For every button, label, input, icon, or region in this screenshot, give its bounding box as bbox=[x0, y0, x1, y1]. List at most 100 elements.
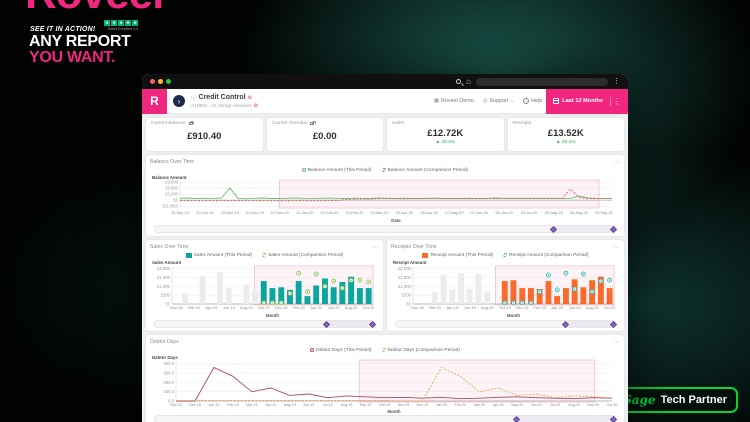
dashboard-settings-icon[interactable]: ⚙ bbox=[248, 95, 252, 101]
support-menu[interactable]: ◎ Support ⌄ bbox=[483, 98, 514, 104]
kpi-delta: ▲ 65.2% bbox=[513, 140, 620, 145]
svg-text:22-Dec-19: 22-Dec-19 bbox=[271, 210, 289, 215]
receipts-chart: £2,000£1,500£1,000£500£0Dec-18Feb-19Apr-… bbox=[391, 259, 620, 319]
close-window-button[interactable] bbox=[150, 79, 155, 84]
card-title: Debtor Days bbox=[150, 339, 179, 345]
search-icon[interactable] bbox=[456, 79, 461, 84]
svg-text:Feb-19: Feb-19 bbox=[188, 305, 200, 310]
slider-selected-range bbox=[518, 416, 615, 422]
svg-text:Aug-19: Aug-19 bbox=[240, 305, 253, 310]
kpi-card-current-balance: Current Balance£910.40 bbox=[146, 118, 263, 151]
svg-text:Aug-20: Aug-20 bbox=[568, 403, 580, 407]
lock-icon bbox=[310, 122, 314, 125]
card-menu-icon[interactable]: ⋯ bbox=[614, 339, 621, 346]
svg-text:09-Aug-20: 09-Aug-20 bbox=[545, 210, 564, 215]
receipts-range-slider[interactable] bbox=[395, 320, 616, 328]
card-menu-icon[interactable]: ⋯ bbox=[373, 244, 380, 251]
svg-text:£2,000: £2,000 bbox=[157, 266, 170, 271]
svg-text:May-20: May-20 bbox=[511, 403, 523, 407]
svg-text:10-Nov-19: 10-Nov-19 bbox=[221, 210, 239, 215]
star-icon: ★ bbox=[132, 20, 138, 26]
legend-item[interactable]: Balance Amount (This Period) bbox=[302, 168, 372, 173]
receipts-over-time-card: Receipts Over Time ⋯ Receipt Amount (Thi… bbox=[387, 240, 624, 331]
period-selector-area: Last 12 Months ⋮ bbox=[546, 89, 628, 114]
legend-item[interactable]: Sales Amount (Comparison Period) bbox=[262, 253, 343, 258]
legend-label: Sales Amount (Comparison Period) bbox=[268, 253, 343, 258]
info-icon[interactable]: ⓘ bbox=[191, 94, 197, 102]
maximize-window-button[interactable] bbox=[166, 79, 171, 84]
kpi-label: Receipts bbox=[513, 121, 532, 126]
slider-selected-range bbox=[567, 321, 615, 327]
svg-text:Oct-19: Oct-19 bbox=[379, 403, 390, 407]
card-menu-icon[interactable]: ⋯ bbox=[614, 159, 621, 166]
svg-text:23-Feb-20: 23-Feb-20 bbox=[346, 210, 365, 215]
legend-item[interactable]: Sales Amount (This Period) bbox=[186, 253, 252, 258]
svg-text:Dec-18: Dec-18 bbox=[411, 305, 424, 310]
card-menu-icon[interactable]: ⋯ bbox=[614, 244, 621, 251]
svg-text:200.0: 200.0 bbox=[164, 380, 175, 385]
svg-text:£6,000: £6,000 bbox=[165, 186, 178, 191]
see-it-in-action-text: SEE IT IN ACTION! bbox=[30, 26, 95, 33]
period-button[interactable]: Last 12 Months bbox=[553, 98, 603, 104]
svg-text:20-Sep-20: 20-Sep-20 bbox=[595, 210, 614, 215]
demo-label: Roveel Demo bbox=[441, 98, 474, 104]
kpi-card-sales: Sales£12.72K▲ 28.4% bbox=[387, 118, 504, 151]
legend-item[interactable]: Balance Amount (Comparison Period) bbox=[382, 168, 469, 173]
legend-item[interactable]: Receipt Amount (Comparison Period) bbox=[503, 253, 588, 258]
svg-text:Oct-20: Oct-20 bbox=[607, 403, 618, 407]
roveel-demo-menu[interactable]: ▦ Roveel Demo bbox=[434, 98, 474, 104]
svg-text:29-Sep-19: 29-Sep-19 bbox=[171, 210, 189, 215]
slider-handle[interactable] bbox=[610, 416, 617, 422]
sales-chart: £2,000£1,500£1,000£500£0Dec-18Feb-19Apr-… bbox=[150, 259, 379, 319]
kpi-value: £910.40 bbox=[151, 131, 258, 142]
roveel-app-logo[interactable]: R bbox=[142, 89, 167, 114]
browser-menu-icon[interactable]: ⋮ bbox=[613, 78, 620, 85]
support-label: Support bbox=[490, 98, 509, 104]
company-settings-icon[interactable]: ⚙ bbox=[254, 103, 258, 109]
svg-text:300.0: 300.0 bbox=[164, 370, 175, 375]
balance-range-slider[interactable] bbox=[154, 225, 616, 233]
svg-text:Jun-19: Jun-19 bbox=[303, 403, 314, 407]
svg-text:May-19: May-19 bbox=[284, 403, 296, 407]
legend-item[interactable]: Receipt Amount (This Period) bbox=[422, 253, 493, 258]
svg-text:12-Jan-20: 12-Jan-20 bbox=[296, 210, 314, 215]
svg-text:30-Aug-20: 30-Aug-20 bbox=[570, 210, 589, 215]
period-menu-icon[interactable]: ⋮ bbox=[610, 97, 623, 106]
sales-over-time-card: Sales Over Time ⋯ Sales Amount (This Per… bbox=[146, 240, 383, 331]
svg-text:Feb-19: Feb-19 bbox=[227, 403, 238, 407]
svg-text:Feb-20: Feb-20 bbox=[455, 403, 466, 407]
svg-text:Dec-18: Dec-18 bbox=[189, 403, 201, 407]
minimize-window-button[interactable] bbox=[158, 79, 163, 84]
url-address-bar[interactable] bbox=[476, 78, 608, 86]
sales-range-slider[interactable] bbox=[154, 320, 375, 328]
svg-text:Apr-20: Apr-20 bbox=[310, 305, 323, 310]
period-label: Last 12 Months bbox=[562, 98, 603, 104]
calendar-icon bbox=[553, 98, 559, 104]
kpi-label: Sales bbox=[392, 121, 404, 126]
svg-text:Receipt Amount: Receipt Amount bbox=[393, 260, 427, 265]
legend-item[interactable]: Debtor Days (Comparison Period) bbox=[382, 348, 460, 353]
svg-text:Jul-19: Jul-19 bbox=[323, 403, 333, 407]
svg-text:£1,500: £1,500 bbox=[398, 275, 411, 280]
sidebar-expand-button[interactable]: › bbox=[173, 95, 185, 107]
svg-text:Dec-19: Dec-19 bbox=[516, 305, 529, 310]
svg-text:Jun-19: Jun-19 bbox=[464, 305, 476, 310]
balance-chart: £9,000£6,000£3,000£0(£3,000)29-Sep-1920-… bbox=[150, 174, 620, 224]
svg-text:£1,500: £1,500 bbox=[157, 275, 170, 280]
legend-item[interactable]: Debtor Days (This Period) bbox=[310, 348, 371, 353]
svg-text:£500: £500 bbox=[161, 293, 171, 298]
debtor-days-card: Debtor Days ⋯ Debtor Days (This Period) D… bbox=[146, 335, 624, 422]
svg-text:17-May-20: 17-May-20 bbox=[445, 210, 464, 215]
dashboard-body: Current Balance£910.40Current Overdue£0.… bbox=[142, 114, 628, 422]
svg-text:Jul-20: Jul-20 bbox=[550, 403, 560, 407]
svg-text:Jan-20: Jan-20 bbox=[436, 403, 447, 407]
svg-text:Mar-20: Mar-20 bbox=[474, 403, 485, 407]
debtor-range-slider[interactable] bbox=[154, 415, 616, 422]
svg-text:28-Jun-20: 28-Jun-20 bbox=[495, 210, 513, 215]
help-menu[interactable]: ? Help bbox=[523, 98, 542, 104]
mid-charts-row: Sales Over Time ⋯ Sales Amount (This Per… bbox=[146, 240, 624, 331]
svg-text:Feb-20: Feb-20 bbox=[534, 305, 547, 310]
debtor-chart: 400.0300.0200.0100.00.0Nov-18Dec-18Jan-1… bbox=[150, 354, 620, 414]
svg-text:Apr-19: Apr-19 bbox=[446, 305, 458, 310]
home-icon[interactable]: ⌂ bbox=[466, 78, 471, 86]
